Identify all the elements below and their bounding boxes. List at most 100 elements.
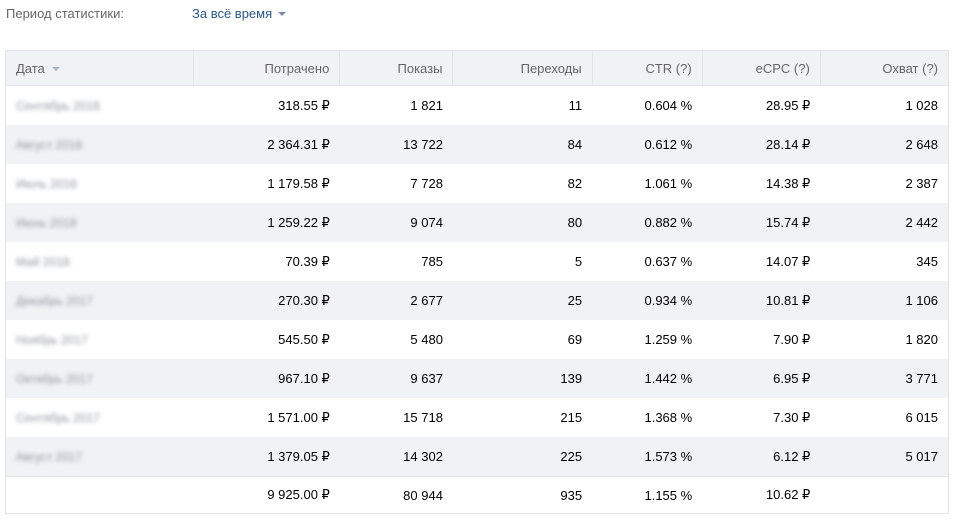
row-spent: 545.50 ₽	[278, 331, 330, 347]
row-clicks: 25	[452, 281, 593, 320]
column-header-clicks[interactable]: Переходы	[452, 50, 593, 86]
row-clicks: 69	[567, 332, 583, 347]
column-header-impressions[interactable]: Показы	[339, 50, 454, 86]
row-reach: 2 387	[905, 176, 938, 191]
column-header-spent[interactable]: Потрачено	[193, 50, 341, 86]
row-ctr: 1.259 %	[644, 332, 693, 347]
row-date-label: Июль 2018	[16, 177, 77, 191]
row-date-label: Август 2017	[16, 450, 83, 464]
row-clicks: 82	[567, 176, 583, 191]
row-clicks: 80	[452, 203, 593, 242]
row-date: Июль 2018	[6, 164, 194, 203]
period-label: Период статистики:	[6, 5, 124, 21]
table-row: Ноябрь 2017 545.50 ₽ 5 480 69 1.259 % 7.…	[6, 320, 949, 359]
table-row: Июнь 2018 1 259.22 ₽ 9 074 80 0.882 % 15…	[5, 203, 949, 242]
row-clicks: 11	[568, 98, 583, 113]
row-ecpc: 7.30 ₽	[773, 409, 811, 425]
row-clicks: 84	[452, 125, 593, 164]
row-ecpc: 6.95 ₽	[702, 359, 821, 398]
row-ctr: 1.368 %	[644, 410, 693, 425]
row-ctr: 0.637 %	[644, 254, 693, 269]
row-ctr: 0.612 %	[592, 125, 703, 164]
row-impressions: 785	[421, 254, 443, 269]
row-clicks: 225	[452, 437, 593, 477]
row-date-label: Октябрь 2017	[16, 372, 93, 386]
row-ecpc: 10.81 ₽	[702, 281, 821, 320]
total-ctr: 1.155 %	[592, 476, 703, 514]
row-ecpc: 15.74 ₽	[702, 203, 821, 242]
column-header-date-label: Дата	[16, 60, 45, 76]
row-date-label: Ноябрь 2017	[16, 333, 88, 347]
row-clicks: 139	[452, 359, 593, 398]
row-impressions: 9 074	[339, 203, 453, 242]
row-reach: 1 820	[905, 332, 938, 347]
table-total-row: 9 925.00 ₽ 80 944 935 1.155 % 10.62 ₽	[5, 476, 949, 514]
row-reach: 6 015	[905, 410, 938, 425]
table-row: Декабрь 2017 270.30 ₽ 2 677 25 0.934 % 1…	[5, 281, 949, 320]
row-ctr: 0.934 %	[592, 281, 703, 320]
row-reach: 3 771	[820, 359, 949, 398]
row-ecpc: 28.95 ₽	[765, 97, 811, 113]
table-row: Сентябрь 2017 1 571.00 ₽ 15 718 215 1.36…	[6, 398, 949, 437]
row-spent: 1 571.00 ₽	[267, 409, 330, 425]
row-date-label: Сентябрь 2017	[16, 411, 100, 425]
column-header-ctr[interactable]: CTR (?)	[592, 50, 703, 86]
row-reach: 1 106	[820, 281, 949, 320]
row-ecpc: 14.07 ₽	[765, 253, 811, 269]
row-impressions: 2 677	[339, 281, 453, 320]
table-row: Август 2018 2 364.31 ₽ 13 722 84 0.612 %…	[5, 125, 949, 164]
row-spent: 2 364.31 ₽	[193, 125, 340, 164]
row-ecpc: 7.90 ₽	[773, 331, 811, 347]
row-ctr: 1.442 %	[592, 359, 703, 398]
column-header-date[interactable]: Дата	[5, 50, 195, 86]
row-ctr: 1.061 %	[644, 176, 693, 191]
row-reach: 1 028	[905, 98, 938, 113]
row-ctr: 0.882 %	[592, 203, 703, 242]
row-impressions: 13 722	[339, 125, 453, 164]
table-row: Июль 2018 1 179.58 ₽ 7 728 82 1.061 % 14…	[6, 164, 949, 203]
row-reach: 2 442	[820, 203, 949, 242]
total-impressions: 80 944	[339, 476, 453, 514]
table-row: Сентябрь 2018 318.55 ₽ 1 821 11 0.604 % …	[6, 86, 949, 126]
chevron-down-icon	[278, 11, 287, 16]
row-spent: 1 379.05 ₽	[193, 437, 340, 477]
row-ecpc: 6.12 ₽	[702, 437, 821, 477]
row-clicks: 5	[574, 254, 583, 269]
total-reach-cell	[820, 476, 949, 514]
row-impressions: 5 480	[410, 332, 443, 347]
row-date: Июнь 2018	[5, 203, 194, 242]
row-spent: 270.30 ₽	[193, 281, 340, 320]
table-header-row: Дата Потрачено Показы Переходы CTR (?) e…	[5, 50, 949, 86]
row-spent: 967.10 ₽	[193, 359, 340, 398]
sort-caret-icon	[51, 67, 60, 72]
row-reach: 2 648	[820, 125, 949, 164]
row-ctr: 0.604 %	[644, 98, 693, 113]
period-dropdown[interactable]: За всё время	[192, 6, 287, 21]
row-date-label: Сентябрь 2018	[16, 99, 100, 113]
total-spent: 9 925.00 ₽	[193, 476, 340, 514]
row-impressions: 1 821	[410, 98, 443, 113]
row-spent: 1 259.22 ₽	[193, 203, 340, 242]
period-selector-bar: Период статистики: За всё время	[6, 4, 287, 22]
row-impressions: 7 728	[410, 176, 443, 191]
table-row: Май 2018 70.39 ₽ 785 5 0.637 % 14.07 ₽ 3…	[6, 242, 949, 281]
row-impressions: 14 302	[339, 437, 453, 477]
row-spent: 70.39 ₽	[285, 253, 330, 269]
row-date: Август 2017	[5, 437, 194, 477]
row-date-label: Август 2018	[16, 138, 83, 152]
row-impressions: 9 637	[339, 359, 453, 398]
row-ecpc: 14.38 ₽	[765, 175, 811, 191]
row-clicks: 215	[560, 410, 583, 425]
row-spent: 1 179.58 ₽	[267, 175, 330, 191]
row-ecpc: 28.14 ₽	[702, 125, 821, 164]
row-impressions: 15 718	[403, 410, 443, 425]
total-date-cell	[5, 476, 194, 514]
column-header-reach[interactable]: Охват (?)	[820, 50, 949, 86]
table-row: Октябрь 2017 967.10 ₽ 9 637 139 1.442 % …	[5, 359, 949, 398]
row-ctr: 1.573 %	[592, 437, 703, 477]
total-clicks: 935	[452, 476, 593, 514]
row-reach: 5 017	[820, 437, 949, 477]
table-body: Сентябрь 2018 318.55 ₽ 1 821 11 0.604 % …	[5, 86, 949, 477]
row-date: Май 2018	[6, 242, 194, 281]
column-header-ecpc[interactable]: eCPC (?)	[702, 50, 821, 86]
